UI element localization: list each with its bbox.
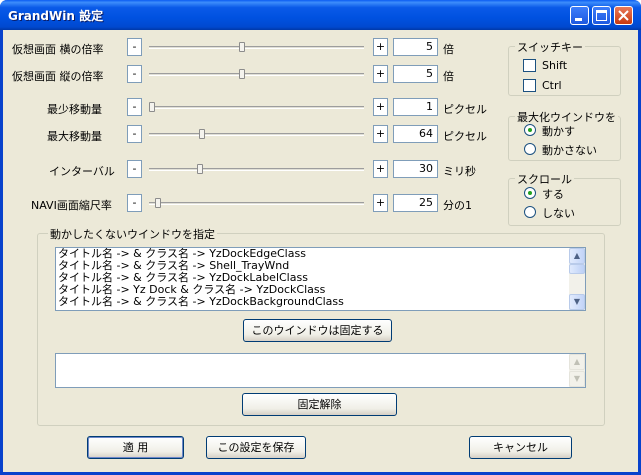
shift-label: Shift bbox=[542, 59, 568, 72]
v-scale-label: 仮想画面 縦の倍率 bbox=[12, 70, 104, 83]
max-move-slider-track bbox=[149, 133, 364, 136]
grandwin-settings-window: GrandWin 設定 仮想画面 横の倍率 仮想画面 縦の倍率 最少移動量 最大… bbox=[0, 0, 641, 475]
max-move-unit: ピクセル bbox=[443, 130, 487, 143]
title-bar[interactable]: GrandWin 設定 bbox=[0, 0, 641, 30]
v-scale-slider[interactable] bbox=[143, 65, 370, 83]
min-move-slider-track bbox=[149, 106, 364, 109]
max-move-increase-button[interactable]: + bbox=[373, 125, 388, 143]
minimize-icon bbox=[575, 18, 582, 21]
max-move-decrease-button[interactable]: - bbox=[127, 125, 142, 143]
min-move-increase-button[interactable]: + bbox=[373, 98, 388, 116]
list-scrollbar[interactable]: ▲ ▼ bbox=[569, 248, 585, 310]
h-scale-increase-button[interactable]: + bbox=[373, 38, 388, 56]
navi-scale-increase-button[interactable]: + bbox=[373, 194, 388, 212]
switch-key-title: スイッチキー bbox=[515, 39, 585, 55]
scroll-yes-radio[interactable] bbox=[524, 187, 536, 199]
scroll-no-radio[interactable] bbox=[524, 206, 536, 218]
info-scrollbar[interactable]: ▲ ▼ bbox=[569, 354, 585, 387]
v-scale-slider-thumb[interactable] bbox=[239, 69, 245, 79]
navi-scale-slider[interactable] bbox=[143, 194, 370, 212]
scroll-thumb[interactable] bbox=[569, 264, 585, 274]
interval-value: 30 bbox=[393, 160, 438, 178]
v-scale-unit: 倍 bbox=[443, 70, 454, 83]
navi-scale-value: 25 bbox=[393, 194, 438, 212]
window-title: GrandWin 設定 bbox=[8, 9, 104, 23]
interval-unit: ミリ秒 bbox=[443, 165, 476, 178]
h-scale-decrease-button[interactable]: - bbox=[127, 38, 142, 56]
exclude-windows-title: 動かしたくないウインドウを指定 bbox=[48, 226, 217, 242]
interval-slider[interactable] bbox=[143, 160, 370, 178]
interval-decrease-button[interactable]: - bbox=[127, 160, 142, 178]
window-info-box[interactable]: ▲ ▼ bbox=[55, 353, 586, 388]
no-move-radio[interactable] bbox=[524, 143, 536, 155]
scroll-yes-label: する bbox=[542, 188, 564, 201]
maximized-window-group: 最大化ウインドウを 動かす 動かさない bbox=[508, 109, 621, 161]
min-move-label: 最少移動量 bbox=[47, 103, 102, 116]
max-move-slider[interactable] bbox=[143, 125, 370, 143]
h-scale-slider-thumb[interactable] bbox=[239, 42, 245, 52]
interval-slider-thumb[interactable] bbox=[197, 164, 203, 174]
info-scroll-up-icon[interactable]: ▲ bbox=[569, 354, 585, 370]
navi-scale-slider-thumb[interactable] bbox=[155, 198, 161, 208]
apply-button[interactable]: 適 用 bbox=[87, 436, 184, 459]
switch-key-group: スイッチキー Shift Ctrl bbox=[508, 39, 621, 96]
shift-checkbox[interactable] bbox=[523, 59, 536, 72]
h-scale-unit: 倍 bbox=[443, 43, 454, 56]
v-scale-decrease-button[interactable]: - bbox=[127, 65, 142, 83]
maximize-button[interactable] bbox=[592, 6, 611, 25]
cancel-button[interactable]: キャンセル bbox=[469, 436, 572, 459]
h-scale-value: 5 bbox=[393, 38, 438, 56]
scroll-no-label: しない bbox=[542, 207, 575, 220]
h-scale-slider[interactable] bbox=[143, 38, 370, 56]
excluded-window-list[interactable]: タイトル名 -> & クラス名 -> YzDockEdgeClass タイトル名 … bbox=[55, 247, 586, 311]
interval-slider-track bbox=[149, 168, 364, 171]
min-move-slider[interactable] bbox=[143, 98, 370, 116]
move-label: 動かす bbox=[542, 125, 575, 138]
h-scale-slider-track bbox=[149, 46, 364, 49]
scroll-group: スクロール する しない bbox=[508, 171, 621, 226]
save-settings-button[interactable]: この設定を保存 bbox=[206, 436, 306, 459]
v-scale-value: 5 bbox=[393, 65, 438, 83]
min-move-unit: ピクセル bbox=[443, 103, 487, 116]
navi-scale-label: NAVI画面縮尺率 bbox=[31, 199, 112, 212]
navi-scale-unit: 分の1 bbox=[443, 199, 472, 212]
minimize-button[interactable] bbox=[570, 6, 589, 25]
min-move-value: 1 bbox=[393, 98, 438, 116]
ctrl-checkbox[interactable] bbox=[523, 79, 536, 92]
unfix-button[interactable]: 固定解除 bbox=[242, 393, 397, 416]
info-scroll-down-icon[interactable]: ▼ bbox=[569, 371, 585, 387]
max-move-value: 64 bbox=[393, 125, 438, 143]
interval-increase-button[interactable]: + bbox=[373, 160, 388, 178]
move-radio[interactable] bbox=[524, 124, 536, 136]
scroll-down-icon[interactable]: ▼ bbox=[569, 294, 585, 310]
v-scale-increase-button[interactable]: + bbox=[373, 65, 388, 83]
no-move-label: 動かさない bbox=[542, 144, 597, 157]
navi-scale-decrease-button[interactable]: - bbox=[127, 194, 142, 212]
navi-scale-slider-track bbox=[149, 202, 364, 205]
ctrl-label: Ctrl bbox=[542, 79, 562, 92]
max-move-label: 最大移動量 bbox=[47, 130, 102, 143]
maximize-icon bbox=[596, 10, 607, 21]
list-item[interactable]: タイトル名 -> & クラス名 -> YzDockBackgroundClass bbox=[56, 296, 585, 308]
close-button[interactable] bbox=[614, 6, 633, 25]
close-icon bbox=[618, 10, 629, 21]
exclude-windows-group: 動かしたくないウインドウを指定 タイトル名 -> & クラス名 -> YzDoc… bbox=[37, 226, 605, 426]
scroll-title: スクロール bbox=[515, 171, 574, 187]
scroll-up-icon[interactable]: ▲ bbox=[569, 248, 585, 264]
h-scale-label: 仮想画面 横の倍率 bbox=[12, 43, 104, 56]
interval-label: インターバル bbox=[49, 165, 115, 178]
fix-window-button[interactable]: このウインドウは固定する bbox=[243, 319, 392, 342]
min-move-slider-thumb[interactable] bbox=[149, 102, 155, 112]
min-move-decrease-button[interactable]: - bbox=[127, 98, 142, 116]
max-move-slider-thumb[interactable] bbox=[199, 129, 205, 139]
client-area: 仮想画面 横の倍率 仮想画面 縦の倍率 最少移動量 最大移動量 インターバル N… bbox=[3, 30, 638, 472]
v-scale-slider-track bbox=[149, 73, 364, 76]
